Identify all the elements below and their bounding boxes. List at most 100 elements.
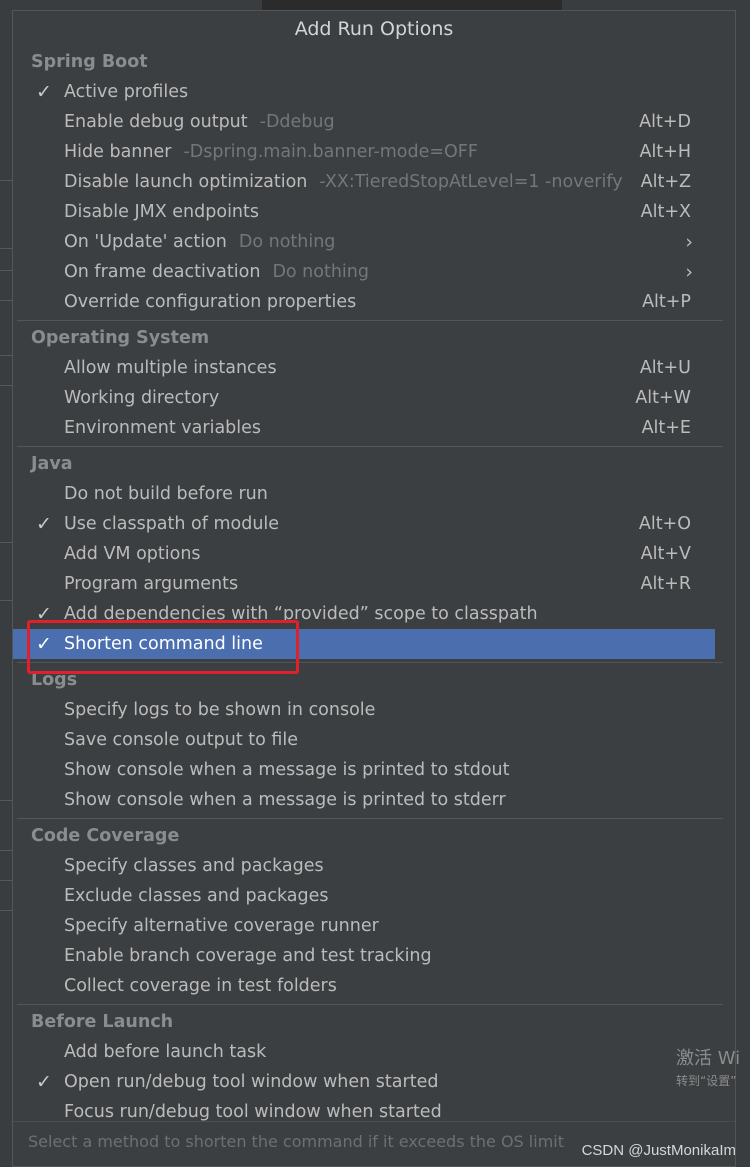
option-shortcut: Alt+O bbox=[638, 514, 691, 534]
section-header-code-coverage: Code Coverage bbox=[31, 826, 180, 846]
option-allow-multiple-instances[interactable]: Allow multiple instances Alt+U bbox=[13, 353, 735, 383]
section-header-spring-boot: Spring Boot bbox=[31, 52, 148, 72]
option-enable-branch-coverage-and-test-tracking[interactable]: Enable branch coverage and test tracking bbox=[13, 941, 735, 971]
add-run-options-popup: Add Run Options Spring Boot ✓ Active profi… bbox=[12, 10, 736, 1167]
option-label-text: Add VM options bbox=[64, 544, 201, 564]
option-label: Disable launch optimization -XX:TieredSto… bbox=[64, 167, 623, 197]
option-label: Save console output to file bbox=[64, 725, 298, 755]
option-label: Exclude classes and packages bbox=[64, 881, 329, 911]
option-on-frame-deactivation[interactable]: On frame deactivation Do nothing › bbox=[13, 257, 735, 287]
option-environment-variables[interactable]: Environment variables Alt+E bbox=[13, 413, 735, 443]
option-save-console-output-to-file[interactable]: Save console output to file bbox=[13, 725, 735, 755]
option-add-before-launch-task[interactable]: Add before launch task bbox=[13, 1037, 735, 1067]
option-hint: -Ddebug bbox=[259, 112, 335, 132]
option-label-text: Save console output to file bbox=[64, 730, 299, 750]
option-label: On 'Update' action Do nothing bbox=[64, 227, 335, 257]
option-specify-logs-to-be-shown-in-console[interactable]: Specify logs to be shown in console bbox=[13, 695, 735, 725]
popup-title: Add Run Options bbox=[13, 11, 735, 47]
option-shortcut: Alt+W bbox=[635, 388, 691, 408]
option-label-text: Do not build before run bbox=[64, 484, 268, 504]
option-label-text: Enable debug output bbox=[64, 112, 248, 132]
option-hint: -XX:TieredStopAtLevel=1 -noverify bbox=[319, 172, 623, 192]
csdn-watermark: CSDN @JustMonikaIm bbox=[581, 1142, 736, 1159]
option-enable-debug-output[interactable]: Enable debug output -Ddebug Alt+D bbox=[13, 107, 735, 137]
option-shortcut: Alt+P bbox=[642, 292, 691, 312]
chevron-right-icon: › bbox=[685, 261, 693, 283]
option-disable-launch-optimization[interactable]: Disable launch optimization -XX:TieredSto… bbox=[13, 167, 735, 197]
check-icon: ✓ bbox=[36, 1071, 52, 1093]
option-label-text: Disable launch optimization bbox=[64, 172, 308, 192]
option-program-arguments[interactable]: Program arguments Alt+R bbox=[13, 569, 735, 599]
option-label: Override configuration properties bbox=[64, 287, 356, 317]
option-hide-banner[interactable]: Hide banner -Dspring.main.banner-mode=OFF… bbox=[13, 137, 735, 167]
option-label: Open run/debug tool window when started bbox=[64, 1067, 438, 1097]
option-label: Specify alternative coverage runner bbox=[64, 911, 379, 941]
option-exclude-classes-and-packages[interactable]: Exclude classes and packages bbox=[13, 881, 735, 911]
option-label: Add VM options bbox=[64, 539, 201, 569]
option-hint: -Dspring.main.banner-mode=OFF bbox=[183, 142, 478, 162]
option-label-text: Add before launch task bbox=[64, 1042, 267, 1062]
option-shortcut: Alt+H bbox=[639, 142, 691, 162]
option-active-profiles[interactable]: ✓ Active profiles bbox=[13, 77, 735, 107]
option-label: Active profiles bbox=[64, 77, 188, 107]
option-label-text: Show console when a message is printed t… bbox=[64, 760, 510, 780]
ide-background-top bbox=[12, 0, 736, 10]
option-use-classpath-of-module[interactable]: ✓ Use classpath of module Alt+O bbox=[13, 509, 735, 539]
option-add-vm-options[interactable]: Add VM options Alt+V bbox=[13, 539, 735, 569]
annotation-highlight-box bbox=[27, 620, 299, 674]
option-label-text: Use classpath of module bbox=[64, 514, 280, 534]
option-do-not-build-before-run[interactable]: Do not build before run bbox=[13, 479, 735, 509]
ide-background-right bbox=[736, 0, 750, 1167]
option-label: Show console when a message is printed t… bbox=[64, 755, 510, 785]
windows-activation-title: 激活 Wi bbox=[676, 1048, 741, 1069]
option-working-directory[interactable]: Working directory Alt+W bbox=[13, 383, 735, 413]
option-show-console-when-a-message-is-printed-to-stderr[interactable]: Show console when a message is printed t… bbox=[13, 785, 735, 815]
option-on-update-action[interactable]: On 'Update' action Do nothing › bbox=[13, 227, 735, 257]
option-label-text: Focus run/debug tool window when started bbox=[64, 1102, 442, 1122]
option-specify-classes-and-packages[interactable]: Specify classes and packages bbox=[13, 851, 735, 881]
option-label: Show console when a message is printed t… bbox=[64, 785, 506, 815]
section-divider bbox=[17, 446, 723, 447]
windows-activation-subtitle: 转到“设置” bbox=[676, 1074, 737, 1088]
option-collect-coverage-in-test-folders[interactable]: Collect coverage in test folders bbox=[13, 971, 735, 1001]
option-label-text: Allow multiple instances bbox=[64, 358, 277, 378]
option-label: Specify logs to be shown in console bbox=[64, 695, 375, 725]
option-label-text: Specify alternative coverage runner bbox=[64, 916, 379, 936]
section-divider bbox=[17, 818, 723, 819]
option-label-text: Exclude classes and packages bbox=[64, 886, 329, 906]
option-label: Specify classes and packages bbox=[64, 851, 324, 881]
option-label-text: Open run/debug tool window when started bbox=[64, 1072, 439, 1092]
section-divider bbox=[17, 1004, 723, 1005]
option-override-configuration-properties[interactable]: Override configuration properties Alt+P bbox=[13, 287, 735, 317]
option-shortcut: Alt+E bbox=[641, 418, 691, 438]
option-shortcut: Alt+D bbox=[639, 112, 691, 132]
option-hint: Do nothing bbox=[272, 262, 369, 282]
option-open-run-debug-tool-window-when-started[interactable]: ✓ Open run/debug tool window when started bbox=[13, 1067, 735, 1097]
option-label: On frame deactivation Do nothing bbox=[64, 257, 369, 287]
option-label-text: Disable JMX endpoints bbox=[64, 202, 260, 222]
windows-activation-notice: 激活 Wi 转到“设置” bbox=[676, 1044, 740, 1089]
option-specify-alternative-coverage-runner[interactable]: Specify alternative coverage runner bbox=[13, 911, 735, 941]
option-label: Hide banner -Dspring.main.banner-mode=OFF bbox=[64, 137, 478, 167]
option-hint: Do nothing bbox=[238, 232, 336, 252]
option-label: Program arguments bbox=[64, 569, 238, 599]
option-label-text: On 'Update' action bbox=[64, 232, 227, 252]
option-label: Disable JMX endpoints bbox=[64, 197, 259, 227]
option-label: Enable debug output -Ddebug bbox=[64, 107, 335, 137]
section-header-java: Java bbox=[31, 454, 73, 474]
option-disable-jmx-endpoints[interactable]: Disable JMX endpoints Alt+X bbox=[13, 197, 735, 227]
option-label-text: Working directory bbox=[64, 388, 220, 408]
option-label: Working directory bbox=[64, 383, 219, 413]
ide-background-left bbox=[0, 0, 12, 1167]
option-shortcut: Alt+Z bbox=[640, 172, 691, 192]
option-label: Do not build before run bbox=[64, 479, 268, 509]
option-show-console-when-a-message-is-printed-to-stdout[interactable]: Show console when a message is printed t… bbox=[13, 755, 735, 785]
option-label: Use classpath of module bbox=[64, 509, 279, 539]
option-shortcut: Alt+U bbox=[639, 358, 691, 378]
option-label-text: On frame deactivation bbox=[64, 262, 261, 282]
section-header-before-launch: Before Launch bbox=[31, 1012, 174, 1032]
option-label-text: Hide banner bbox=[64, 142, 172, 162]
option-label-text: Override configuration properties bbox=[64, 292, 357, 312]
option-label-text: Collect coverage in test folders bbox=[64, 976, 337, 996]
section-header-operating-system: Operating System bbox=[31, 328, 210, 348]
